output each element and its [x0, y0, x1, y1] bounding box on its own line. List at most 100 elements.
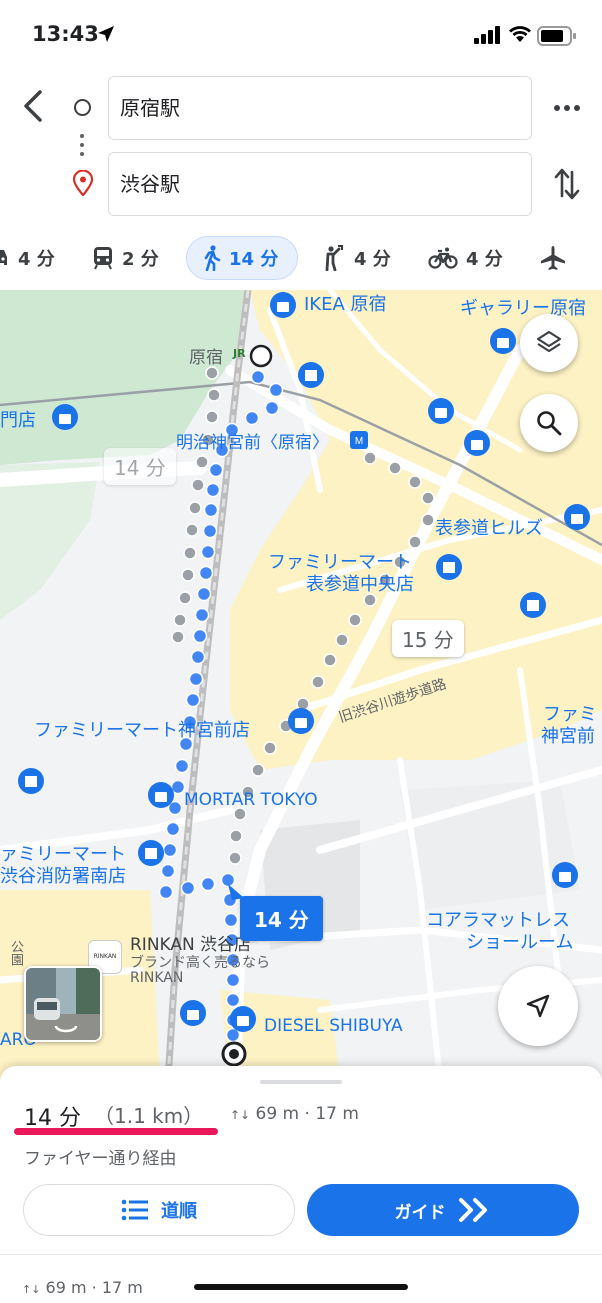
travel-mode-tabs: 4 分 2 分 14 分 4 分 4 分	[0, 236, 602, 282]
map-label-park: 公園	[8, 940, 23, 966]
station-label-harajuku[interactable]: 原宿	[189, 343, 223, 368]
steps-button-label: 道順	[161, 1201, 197, 1222]
poi-label-rinkan-sub2: RINKAN	[130, 970, 184, 986]
svg-text:M: M	[355, 436, 363, 447]
shopping-bag-icon	[180, 1000, 206, 1026]
layers-button[interactable]	[520, 314, 578, 372]
route-start-marker-icon	[249, 344, 273, 368]
shopping-bag-icon	[270, 292, 296, 318]
train-icon	[94, 247, 112, 270]
search-icon	[537, 411, 562, 436]
swap-route-button[interactable]	[552, 166, 582, 202]
convenience-store-icon	[520, 592, 546, 618]
elevation-up-down-icon: ↑↓	[22, 1283, 41, 1296]
more-options-button[interactable]	[552, 96, 582, 120]
battery-icon	[537, 26, 576, 46]
ride-hail-icon	[325, 245, 343, 271]
convenience-store-icon	[138, 840, 164, 866]
guide-button-label: ガイド	[394, 1202, 446, 1223]
cellular-signal-icon	[474, 26, 500, 44]
tab-walk-label: 14 分	[229, 249, 279, 270]
tab-car[interactable]: 4 分	[0, 236, 55, 280]
shopping-bag-icon	[428, 398, 454, 424]
shopping-bag-icon	[52, 404, 78, 430]
tab-ride-hail[interactable]: 4 分	[322, 236, 391, 280]
poi-label-omotesando-hills[interactable]: 表参道ヒルズ	[435, 514, 543, 540]
route-elevation-secondary-text: 69 m · 17 m	[45, 1278, 143, 1297]
poi-label-fm-jingumae-right-2[interactable]: 神宮前	[541, 722, 595, 748]
route-summary-sheet[interactable]: 14 分 （1.1 km） ↑↓ 69 m · 17 m ファイヤー通り経由 道…	[0, 1066, 602, 1303]
shopping-bag-icon	[552, 862, 578, 888]
car-icon	[0, 250, 7, 265]
shopping-bag-icon	[490, 328, 516, 354]
tab-ride-label: 4 分	[354, 249, 391, 270]
tab-transit-label: 2 分	[122, 249, 159, 270]
alt-route-duration-right[interactable]: 15 分	[392, 620, 464, 657]
status-time: 13:43	[32, 22, 99, 46]
sheet-drag-handle[interactable]	[260, 1080, 342, 1084]
search-along-route-button[interactable]	[520, 394, 578, 452]
route-elevation-text: 69 m · 17 m	[255, 1104, 359, 1124]
navigation-arrow-icon	[526, 994, 550, 1018]
shopping-bag-icon	[230, 1006, 256, 1032]
primary-route-duration[interactable]: 14 分	[240, 896, 323, 941]
route-elevation: ↑↓ 69 m · 17 m	[230, 1104, 359, 1124]
poi-label-coara-2[interactable]: ショールーム	[466, 928, 573, 954]
route-connector-dots	[80, 134, 84, 158]
tab-walk[interactable]: 14 分	[186, 236, 298, 280]
airplane-icon	[541, 246, 565, 270]
poi-label-mortar[interactable]: MORTAR TOKYO	[184, 790, 318, 810]
shopping-bag-icon	[288, 708, 314, 734]
home-indicator[interactable]	[194, 1284, 408, 1290]
route-distance: （1.1 km）	[94, 1104, 204, 1128]
map-view[interactable]: M IKEA 原宿 ギャラリー原宿 原宿 JR 門店 明治神宮前〈原宿〉 表参道…	[0, 290, 602, 1080]
primary-chip-pointer	[228, 884, 244, 900]
status-bar: 13:43	[0, 0, 602, 66]
my-location-button[interactable]	[498, 966, 578, 1046]
destination-input[interactable]: 渋谷駅	[108, 152, 532, 216]
double-chevron-right-icon	[458, 1198, 487, 1222]
list-icon	[121, 1199, 148, 1221]
poi-label-fm-shoubou-2[interactable]: 渋谷消防署南店	[0, 862, 126, 888]
guide-button[interactable]: ガイド	[307, 1184, 579, 1236]
route-via: ファイヤー通り経由	[24, 1149, 177, 1169]
tab-transit[interactable]: 2 分	[92, 236, 159, 280]
shopping-bag-icon	[564, 504, 590, 530]
station-label-meiji[interactable]: 明治神宮前〈原宿〉	[176, 428, 329, 453]
wifi-icon	[509, 26, 531, 42]
poi-label-ikea[interactable]: IKEA 原宿	[304, 290, 387, 316]
location-arrow-icon	[98, 26, 114, 42]
route-end-marker-icon	[221, 1041, 247, 1067]
poi-label-rinkan-sub1: ブランド高く売るなら	[130, 955, 270, 971]
bicycle-icon	[428, 247, 458, 269]
route-elevation-secondary: ↑↓ 69 m · 17 m	[22, 1278, 143, 1297]
poi-label-mon-store[interactable]: 門店	[0, 406, 36, 432]
tab-flight[interactable]	[540, 236, 574, 280]
sheet-divider	[0, 1254, 602, 1255]
poi-label-fm-omotesando-2[interactable]: 表参道中央店	[306, 570, 414, 596]
tab-car-label: 4 分	[18, 249, 55, 270]
walk-icon	[204, 245, 221, 271]
convenience-store-icon	[436, 554, 462, 580]
jr-mark-label: JR	[233, 347, 246, 360]
app-root: 13:43 原宿駅 渋谷駅 4 分 2 分 14 分 4 分 4 分 M IKE…	[0, 0, 602, 1303]
origin-dot-icon	[74, 99, 91, 116]
tab-bike-label: 4 分	[466, 249, 503, 270]
metro-station-icon: M	[350, 431, 368, 449]
shopping-bag-icon	[464, 430, 490, 456]
back-button[interactable]	[18, 86, 50, 126]
shopping-bag-icon	[148, 782, 174, 808]
origin-input[interactable]: 原宿駅	[108, 76, 532, 140]
steps-button[interactable]: 道順	[23, 1184, 295, 1236]
highlight-underline	[14, 1128, 218, 1135]
elevation-up-down-icon: ↑↓	[230, 1108, 251, 1122]
destination-pin-icon	[72, 170, 94, 196]
tab-bike[interactable]: 4 分	[428, 236, 503, 280]
layers-icon	[536, 330, 562, 353]
convenience-store-icon	[18, 768, 44, 794]
poi-label-gallery[interactable]: ギャラリー原宿	[460, 294, 586, 320]
poi-label-fm-jingumae[interactable]: ファミリーマート神宮前店	[34, 716, 250, 742]
poi-label-diesel[interactable]: DIESEL SHIBUYA	[264, 1016, 403, 1036]
alt-route-duration-left[interactable]: 14 分	[104, 448, 176, 485]
street-view-thumbnail[interactable]	[24, 966, 102, 1042]
